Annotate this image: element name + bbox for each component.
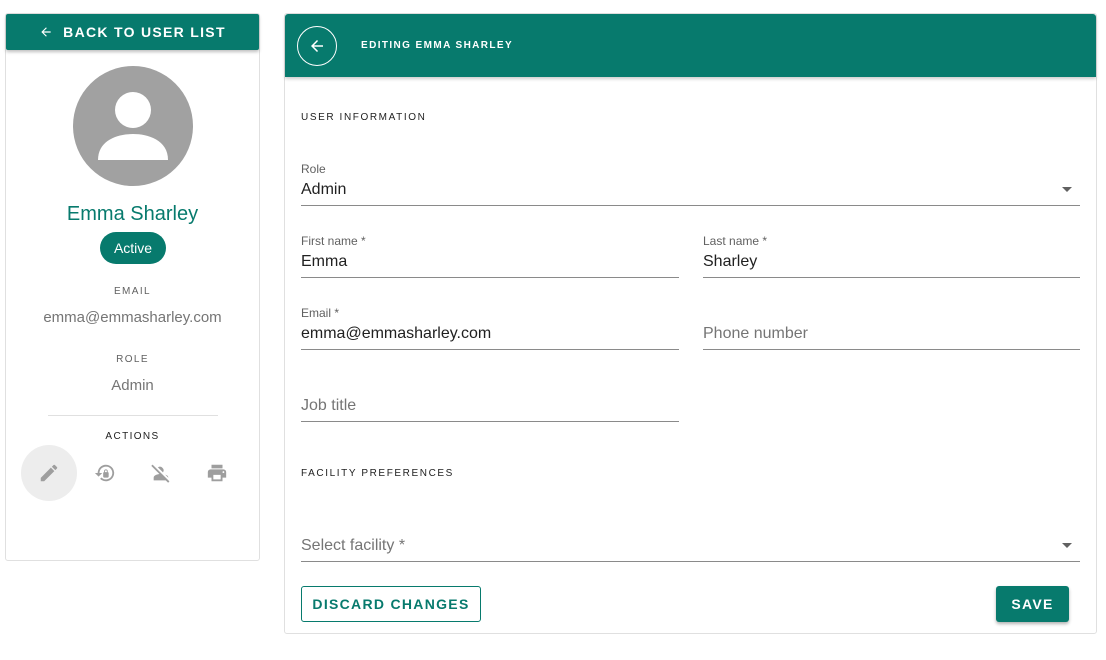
email-label: EMAIL: [113, 286, 151, 297]
role-field-value: Admin: [301, 181, 347, 198]
facility-placeholder: Select facility *: [301, 537, 406, 554]
arrow-left-icon: [311, 40, 323, 52]
edit-user-form-card: EDITING EMMA SHARLEY USER INFORMATION Ro…: [284, 13, 1097, 634]
last-name-value: Sharley: [703, 253, 758, 270]
reset-password-button[interactable]: [77, 445, 133, 501]
dropdown-arrow-icon: [1062, 187, 1072, 192]
arrow-left-icon: [41, 27, 51, 37]
user-summary-card: BACK TO USER LIST Emma Sharley Active EM…: [5, 13, 260, 561]
pencil-icon: [40, 464, 58, 482]
deactivate-user-button[interactable]: [133, 445, 189, 501]
email-field-value: emma@emmasharley.com: [301, 325, 492, 342]
user-information-title: USER INFORMATION: [301, 112, 427, 123]
role-value: Admin: [111, 377, 154, 394]
facility-preferences-title: FACILITY PREFERENCES: [301, 468, 454, 479]
last-name-label: Last name *: [703, 234, 768, 248]
person-icon: [98, 92, 168, 160]
job-title-field[interactable]: Job title: [301, 378, 679, 422]
person-off-icon: [151, 464, 170, 483]
lock-reset-icon: [94, 464, 115, 482]
facility-select[interactable]: Select facility *: [301, 518, 1080, 562]
status-badge: Active: [100, 232, 166, 264]
last-name-field[interactable]: Last name * Sharley: [703, 234, 1080, 278]
actions-label: ACTIONS: [105, 431, 160, 442]
role-label: ROLE: [116, 354, 149, 365]
dropdown-arrow-icon: [1062, 543, 1072, 548]
user-name: Emma Sharley: [66, 203, 199, 225]
first-name-field[interactable]: First name * Emma: [301, 234, 679, 278]
job-title-placeholder: Job title: [301, 397, 357, 414]
email-value: emma@emmasharley.com: [43, 309, 222, 326]
back-to-user-list-button[interactable]: BACK TO USER LIST: [6, 14, 259, 50]
first-name-label: First name *: [301, 234, 366, 248]
avatar: [73, 66, 193, 186]
email-field-label: Email *: [301, 306, 340, 320]
first-name-value: Emma: [301, 253, 348, 270]
role-select[interactable]: Role Admin: [301, 162, 1080, 206]
email-field[interactable]: Email * emma@emmasharley.com: [301, 306, 679, 350]
role-field-label: Role: [301, 162, 326, 176]
header-back-button[interactable]: [297, 26, 337, 66]
phone-number-field[interactable]: Phone number: [703, 306, 1080, 350]
save-button[interactable]: SAVE: [996, 586, 1069, 622]
discard-changes-button[interactable]: DISCARD CHANGES: [301, 586, 481, 622]
printer-icon: [207, 464, 227, 482]
page-title: EDITING EMMA SHARLEY: [361, 40, 514, 51]
form-header: EDITING EMMA SHARLEY: [285, 14, 1096, 77]
print-button[interactable]: [189, 445, 245, 501]
divider: [48, 415, 218, 416]
edit-user-button[interactable]: [21, 445, 77, 501]
phone-number-placeholder: Phone number: [703, 325, 808, 342]
back-to-user-list-label: BACK TO USER LIST: [63, 24, 226, 40]
